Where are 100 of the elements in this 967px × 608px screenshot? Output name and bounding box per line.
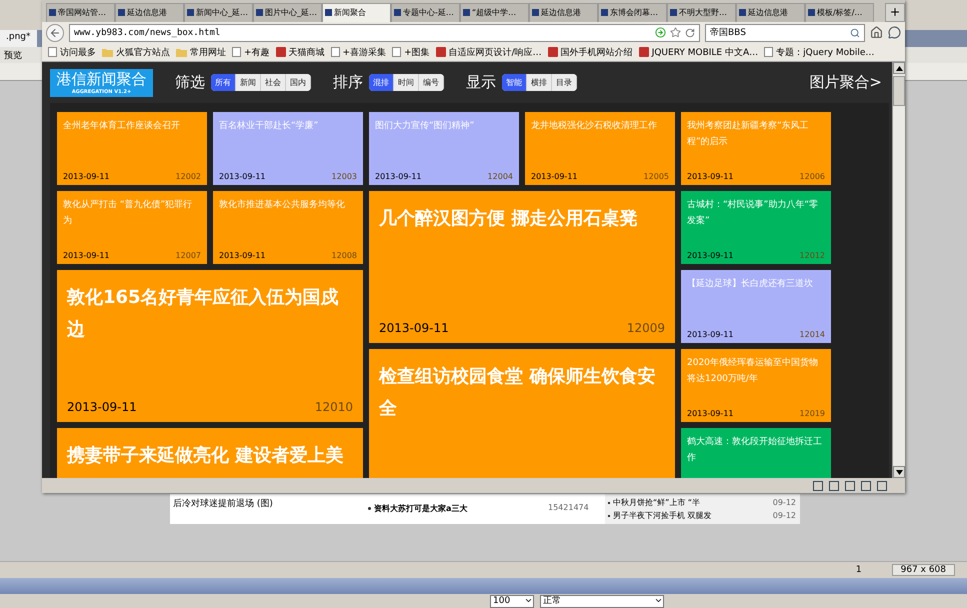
headline-link[interactable]: 资料大苏打可是大家a三大 — [374, 503, 468, 514]
news-tile[interactable]: 几个醉汉图方便 挪走公用石桌凳 2013-09-11 12009 — [369, 191, 675, 344]
browser-tab[interactable]: 延边信息港 — [529, 2, 598, 22]
tile-date: 2013-09-11 — [219, 172, 266, 182]
toolbar-icon[interactable] — [877, 480, 887, 491]
bookmark-link[interactable]: 火狐官方站点 — [102, 46, 170, 59]
bookmark-link[interactable]: 专题：jQuery Mobile… — [764, 46, 874, 59]
reload-icon — [685, 28, 695, 38]
bookmark-link[interactable]: 常用网址 — [176, 46, 226, 59]
scroll-up-button[interactable] — [893, 62, 905, 74]
go-icon — [655, 27, 666, 38]
browser-tab[interactable]: 东博会闭幕… — [598, 2, 667, 22]
favicon-icon — [325, 9, 332, 16]
toolbar-icon[interactable] — [845, 480, 855, 491]
tile-title: 2020年俄经珲春运输至中国货物将达1200万吨/年 — [687, 356, 819, 386]
news-link[interactable]: 中秋月饼抢“鲜”上市 “半 — [613, 497, 700, 508]
news-tile[interactable]: 百名林业干部赴长“学廉” 2013-09-11 12003 — [213, 112, 363, 186]
browser-tab[interactable]: 新闻中心_延… — [184, 2, 253, 22]
tile-number: 12010 — [314, 400, 353, 414]
site-icon — [436, 47, 446, 58]
news-tile[interactable]: 【延边足球】长白虎还有三道坎 2013-09-11 12014 — [681, 270, 831, 344]
favicon-icon — [532, 9, 539, 16]
scroll-thumb[interactable] — [893, 76, 905, 106]
bookmark-link[interactable]: 访问最多 — [48, 46, 96, 59]
browser-tab[interactable]: 帝国网站管… — [46, 2, 115, 22]
tile-date: 2013-09-11 — [687, 409, 734, 418]
tile-date: 2013-09-11 — [531, 172, 578, 182]
tile-number: 12014 — [800, 330, 825, 340]
scroll-down-button[interactable] — [893, 466, 905, 478]
tile-title: 几个醉汉图方便 挪走公用石桌凳 — [379, 207, 638, 232]
bookmark-link[interactable]: +喜游采集 — [330, 46, 386, 59]
tile-title: 携妻带子来延做亮化 建设者爱上美 — [67, 444, 344, 468]
file-tab[interactable]: .png* — [0, 30, 36, 47]
tile-number: 12007 — [176, 251, 201, 260]
news-tile[interactable]: 敦化市推进基本公共服务均等化 2013-09-11 12008 — [213, 191, 363, 264]
bookmark-link[interactable]: JQUERY MOBILE 中文A… — [638, 46, 758, 59]
group-label: 显示 — [466, 73, 496, 92]
option-button[interactable]: 智能 — [502, 74, 527, 92]
tile-title: 敦化从严打击 “普九化债”犯罪行为 — [63, 198, 194, 228]
tile-number: 12004 — [488, 172, 513, 182]
news-tile[interactable]: 全州老年体育工作座谈会召开 2013-09-11 12002 — [57, 112, 207, 186]
home-icon[interactable] — [870, 26, 883, 40]
browser-tab[interactable]: 不明大型野… — [667, 2, 736, 22]
news-tile[interactable]: 2020年俄经珲春运输至中国货物将达1200万吨/年 2013-09-11 12019 — [681, 349, 831, 422]
toolbar-icon[interactable] — [861, 480, 871, 491]
bookmark-link[interactable]: 天猫商城 — [276, 46, 325, 59]
new-tab-button[interactable] — [885, 2, 905, 22]
page-icon — [330, 47, 340, 58]
toolbar-icon[interactable] — [813, 480, 823, 491]
browser-tab[interactable]: 图片中心_延… — [253, 2, 322, 22]
search-icon — [850, 28, 860, 38]
page-icon — [232, 47, 241, 58]
favicon-icon — [187, 9, 194, 16]
back-button[interactable] — [46, 24, 64, 42]
tile-title: 检查组访校园食堂 确保师生饮食安全 — [379, 365, 656, 421]
bullet-icon — [368, 507, 371, 510]
tile-date: 2013-09-11 — [687, 251, 734, 260]
headline-link[interactable]: 后冷对球迷提前退场 (图) — [173, 497, 365, 510]
news-tile[interactable]: 古城村：“村民说事”助力八年“零发案” 2013-09-11 12012 — [681, 191, 831, 264]
news-date: 09-12 — [772, 511, 796, 520]
news-tile[interactable]: 图们大力宣传“图们精神” 2013-09-11 12004 — [369, 112, 519, 186]
tile-date: 2013-09-11 — [379, 321, 449, 336]
number-text: 15421474 — [548, 503, 590, 512]
bookmark-link[interactable]: 自适应网页设计/响应… — [436, 46, 542, 59]
down-arrow-icon — [896, 470, 902, 475]
tile-title: 古城村：“村民说事”助力八年“零发案” — [687, 198, 819, 228]
zoom-select[interactable]: 100 — [490, 594, 534, 608]
option-button[interactable]: 混排 — [369, 74, 394, 92]
bookmark-link[interactable]: +图集 — [392, 46, 430, 59]
browser-tab[interactable]: 延边信息港 — [736, 2, 805, 22]
browser-tab[interactable]: “超级中学… — [460, 2, 529, 22]
bookmark-link[interactable]: 国外手机网站介绍 — [548, 46, 633, 59]
favicon-icon — [394, 9, 401, 16]
back-arrow-icon — [49, 26, 61, 39]
tile-number: 12003 — [332, 172, 357, 182]
site-icon — [548, 47, 558, 58]
news-link[interactable]: 男子半夜下河捡手机 双腿发 — [613, 510, 712, 521]
search-field[interactable]: 帝国BBS — [705, 24, 865, 42]
group-label: 排序 — [333, 73, 363, 92]
blend-select[interactable]: 正常 — [540, 594, 664, 608]
news-tile[interactable]: 敦化165名好青年应征入伍为国戍边 2013-09-11 12010 — [57, 270, 363, 422]
news-tile[interactable]: 龙井地税强化沙石税收清理工作 2013-09-11 12005 — [525, 112, 675, 186]
option-button[interactable]: 所有 — [211, 74, 236, 92]
browser-tab[interactable]: 延边信息港 — [115, 2, 184, 22]
chat-icon[interactable] — [888, 26, 901, 40]
browser-tab[interactable]: 专题中心-延… — [391, 2, 460, 22]
favicon-icon — [49, 9, 56, 16]
news-tile[interactable]: 敦化从严打击 “普九化债”犯罪行为 2013-09-11 12007 — [57, 191, 207, 264]
address-field[interactable]: www.yb983.com/news_box.html — [69, 24, 700, 42]
preview-label[interactable]: 预览 — [4, 48, 22, 62]
picture-link[interactable]: 图片聚合> — [809, 73, 882, 92]
browser-tab[interactable]: 新闻聚合 — [322, 2, 391, 22]
favicon-icon — [256, 9, 263, 16]
site-icon — [276, 47, 286, 58]
tile-number: 12019 — [800, 409, 825, 418]
toolbar-icon[interactable] — [829, 480, 839, 491]
browser-tab[interactable]: 模板/标签/… — [805, 2, 874, 22]
news-tile[interactable]: 我州考察团赴新疆考察“东风工程”的启示 2013-09-11 12006 — [681, 112, 831, 186]
bookmark-link[interactable]: +有趣 — [232, 46, 270, 59]
tile-title: 全州老年体育工作座谈会召开 — [63, 119, 181, 134]
